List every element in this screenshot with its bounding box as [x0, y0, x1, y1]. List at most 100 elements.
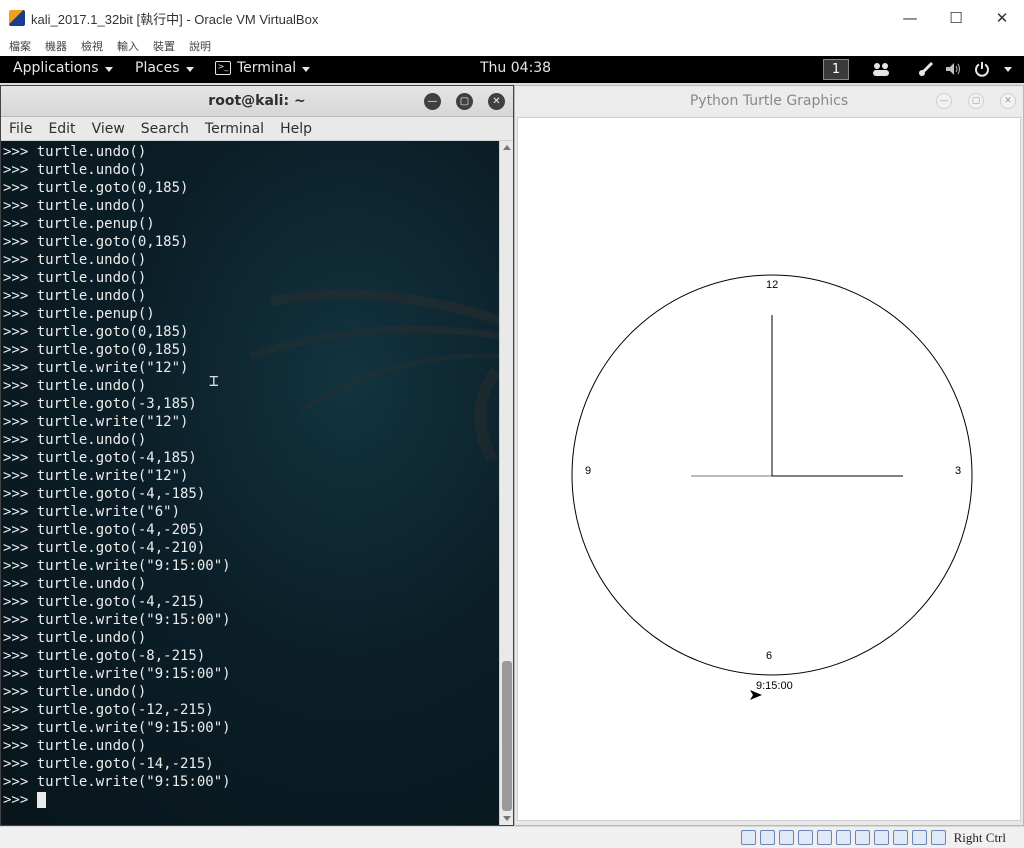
terminal-line: >>> turtle.penup() — [3, 216, 155, 232]
applications-label: Applications — [13, 60, 99, 76]
terminal-lines: >>> turtle.undo() >>> turtle.undo() >>> tu… — [3, 143, 231, 809]
vbox-menu-help[interactable]: 說明 — [189, 38, 211, 54]
vbox-menu-input[interactable]: 輸入 — [117, 38, 139, 54]
vbox-menu-file[interactable]: 檔案 — [9, 38, 31, 54]
vbox-menu-view[interactable]: 檢視 — [81, 38, 103, 54]
terminal-line: >>> turtle.goto(0,185) — [3, 180, 189, 196]
terminal-line: >>> turtle.undo() — [3, 576, 147, 592]
terminal-line: >>> turtle.undo() — [3, 432, 147, 448]
text-cursor-icon: ⌶ — [209, 371, 219, 390]
terminal-menu-help[interactable]: Help — [280, 121, 312, 137]
terminal-menu-file[interactable]: File — [9, 121, 32, 137]
places-label: Places — [135, 60, 180, 76]
terminal-line: >>> turtle.write("9:15:00") — [3, 774, 231, 790]
hdd-icon[interactable] — [741, 830, 756, 845]
terminal-icon: >_ — [215, 61, 231, 75]
close-icon[interactable]: ✕ — [979, 0, 1024, 36]
shared-folder-icon[interactable] — [817, 830, 832, 845]
vm-window-icon[interactable] — [874, 830, 889, 845]
minimize-icon[interactable]: — — [936, 93, 952, 109]
clock-time-text: 9:15:00 — [756, 680, 793, 692]
terminal-line: >>> turtle.goto(-4,-215) — [3, 594, 206, 610]
terminal-menu-view[interactable]: View — [92, 121, 125, 137]
terminal-line: >>> turtle.undo() — [3, 630, 147, 646]
scroll-down-icon[interactable] — [503, 816, 511, 821]
terminal-line: >>> turtle.write("6") — [3, 504, 181, 520]
terminal-line: >>> turtle.undo() — [3, 738, 147, 754]
terminal-line: >>> turtle.write("12") — [3, 414, 189, 430]
clock-number-9: 9 — [585, 465, 591, 477]
maximize-icon[interactable]: ▢ — [968, 93, 984, 109]
clock-number-6: 6 — [766, 650, 772, 662]
gnome-top-bar: Applications Places >_ Terminal Thu 04:3… — [0, 56, 1024, 83]
clock-number-3: 3 — [955, 465, 961, 477]
terminal-line: >>> turtle.undo() — [3, 252, 147, 268]
turtle-titlebar[interactable]: Python Turtle Graphics — ▢ ✕ — [515, 86, 1023, 116]
places-menu[interactable]: Places — [135, 60, 194, 76]
terminal-line: >>> turtle.goto(-4,-205) — [3, 522, 206, 538]
mouse-integration-icon[interactable] — [912, 830, 927, 845]
terminal-line: >>> turtle.goto(-4,-185) — [3, 486, 206, 502]
minimize-icon[interactable]: — — [887, 0, 933, 36]
status-icons — [737, 830, 946, 845]
chevron-down-icon[interactable] — [998, 60, 1018, 78]
power-icon[interactable] — [972, 60, 992, 78]
terminal-line: >>> turtle.write("9:15:00") — [3, 612, 231, 628]
video-capture-icon[interactable] — [855, 830, 870, 845]
scrollbar-thumb[interactable] — [502, 661, 512, 811]
guest-screen: Applications Places >_ Terminal Thu 04:3… — [0, 56, 1024, 826]
network-wired-icon[interactable] — [916, 60, 936, 78]
cpu-icon[interactable] — [893, 830, 908, 845]
terminal-headerbar[interactable]: root@kali: ~ — ▢ ✕ — [1, 86, 513, 117]
volume-icon[interactable] — [944, 60, 964, 78]
terminal-prompt-line[interactable]: >>> — [3, 791, 231, 809]
network-icon[interactable] — [798, 830, 813, 845]
prompt-text: >>> — [3, 792, 29, 808]
close-icon[interactable]: ✕ — [488, 93, 505, 110]
terminal-menu-search[interactable]: Search — [141, 121, 189, 137]
terminal-scrollbar[interactable] — [499, 141, 513, 825]
terminal-line: >>> turtle.goto(-8,-215) — [3, 648, 206, 664]
clock-drawing: 12 3 6 9 9:15:00 — [571, 274, 973, 700]
terminal-line: >>> turtle.goto(-3,185) — [3, 396, 197, 412]
terminal-line: >>> turtle.undo() — [3, 684, 147, 700]
clock[interactable]: Thu 04:38 — [480, 60, 551, 76]
terminal-line: >>> turtle.goto(0,185) — [3, 342, 189, 358]
host-key-label[interactable]: Right Ctrl — [954, 830, 1006, 846]
terminal-menu-terminal[interactable]: Terminal — [205, 121, 264, 137]
terminal-line: >>> turtle.goto(0,185) — [3, 324, 189, 340]
minimize-icon[interactable]: — — [424, 93, 441, 110]
terminal-line: >>> turtle.write("12") — [3, 360, 189, 376]
terminal-output[interactable]: >>> turtle.undo() >>> turtle.undo() >>> tu… — [1, 141, 499, 825]
virtualbox-icon — [9, 10, 25, 26]
optical-icon[interactable] — [760, 830, 775, 845]
display-icon[interactable] — [836, 830, 851, 845]
applications-menu[interactable]: Applications — [13, 60, 113, 76]
scroll-up-icon[interactable] — [503, 145, 511, 150]
maximize-icon[interactable]: ☐ — [933, 0, 979, 36]
terminal-line: >>> turtle.write("9:15:00") — [3, 720, 231, 736]
keyboard-capture-icon[interactable] — [931, 830, 946, 845]
terminal-line: >>> turtle.goto(-4,185) — [3, 450, 197, 466]
terminal-line: >>> turtle.write("9:15:00") — [3, 666, 231, 682]
vbox-menu-devices[interactable]: 裝置 — [153, 38, 175, 54]
vbox-menu-machine[interactable]: 機器 — [45, 38, 67, 54]
maximize-icon[interactable]: ▢ — [456, 93, 473, 110]
terminal-line: >>> turtle.undo() — [3, 198, 147, 214]
terminal-line: >>> turtle.undo() — [3, 288, 147, 304]
terminal-menu-edit[interactable]: Edit — [48, 121, 75, 137]
turtle-canvas[interactable]: 12 3 6 9 9:15:00 — [517, 117, 1021, 821]
terminal-app-menu[interactable]: >_ Terminal — [215, 60, 311, 76]
chevron-down-icon — [302, 66, 311, 72]
users-icon[interactable] — [871, 60, 891, 78]
terminal-line: >>> turtle.undo() — [3, 270, 147, 286]
chevron-down-icon — [104, 66, 113, 72]
close-icon[interactable]: ✕ — [1000, 93, 1016, 109]
chevron-down-icon — [185, 66, 194, 72]
terminal-line: >>> turtle.undo() — [3, 162, 147, 178]
usb-icon[interactable] — [779, 830, 794, 845]
workspace-indicator[interactable]: 1 — [823, 59, 849, 80]
terminal-line: >>> turtle.undo() — [3, 144, 147, 160]
clock-number-12: 12 — [766, 279, 778, 291]
turtle-window: Python Turtle Graphics — ▢ ✕ 12 3 6 9 9:… — [514, 85, 1024, 826]
